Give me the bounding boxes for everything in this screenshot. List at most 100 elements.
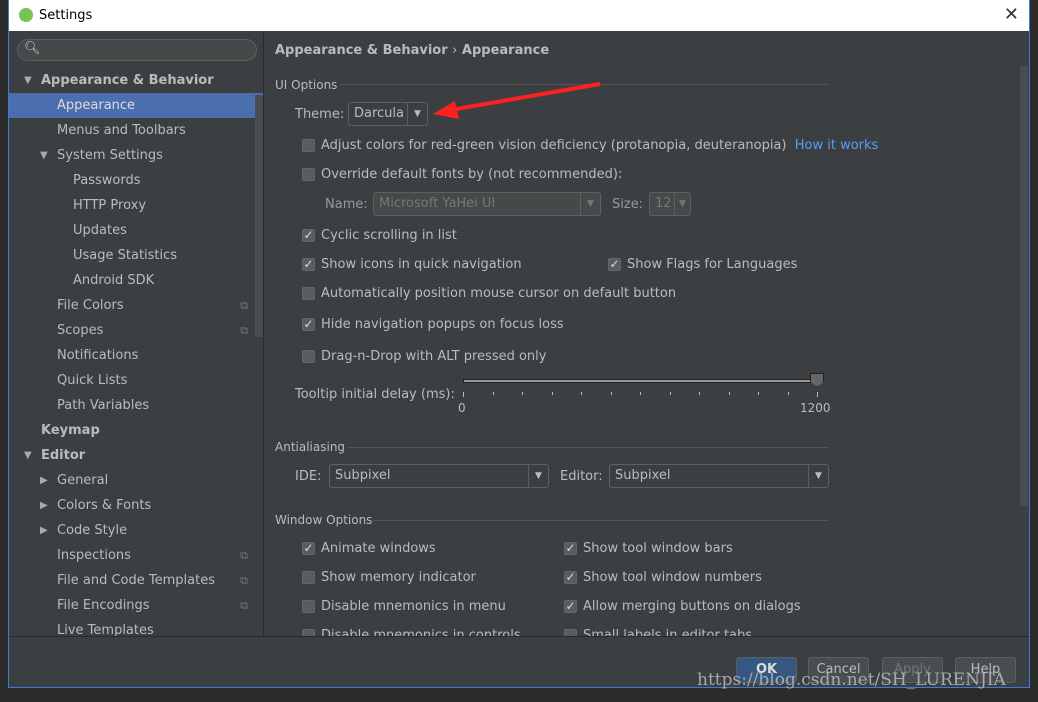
sidebar-item[interactable]: HTTP Proxy (9, 193, 263, 218)
sidebar-item[interactable]: Menus and Toolbars (9, 118, 263, 143)
sidebar-item[interactable]: ▼ System Settings (9, 143, 263, 168)
sidebar-item[interactable]: ▼ Editor (9, 443, 263, 468)
project-scope-icon: ⧉ (240, 574, 248, 587)
ide-antialiasing-select[interactable]: Subpixel ▼ (329, 464, 549, 488)
sidebar-item-label: Scopes (57, 323, 104, 338)
auto-mouse-checkbox[interactable] (302, 287, 315, 300)
tooltip-delay-slider[interactable] (463, 379, 817, 383)
window-option-checkbox[interactable]: ✓ (564, 571, 577, 584)
sidebar-item[interactable]: Passwords (9, 168, 263, 193)
search-input[interactable]: 🔍︎ (17, 39, 257, 61)
hide-popups-label: Hide navigation popups on focus loss (321, 317, 564, 332)
expand-arrow-icon[interactable]: ▼ (40, 143, 48, 168)
sidebar-item[interactable]: Usage Statistics (9, 243, 263, 268)
sidebar-item-label: Notifications (57, 348, 139, 363)
sidebar-item[interactable]: Live Templates (9, 618, 263, 636)
sidebar-item-label: Inspections (57, 548, 131, 563)
sidebar: 🔍︎ ▼ Appearance & Behavior Appearance Menus… (9, 31, 264, 636)
how-it-works-link[interactable]: How it works (795, 138, 879, 153)
search-icon: 🔍︎ (24, 41, 41, 56)
collapse-arrow-icon[interactable]: ▶ (40, 493, 48, 518)
adjust-colors-label: Adjust colors for red-green vision defic… (321, 138, 787, 153)
show-icons-checkbox[interactable]: ✓ (302, 258, 315, 271)
breadcrumb-current: Appearance (461, 43, 550, 58)
collapse-arrow-icon[interactable]: ▶ (40, 468, 48, 493)
sidebar-item-label: Appearance & Behavior (41, 73, 214, 88)
window-option-checkbox[interactable] (302, 629, 315, 636)
window-option-label: Small labels in editor tabs (583, 628, 753, 636)
adjust-colors-checkbox[interactable] (302, 139, 315, 152)
theme-select[interactable]: Darcula ▼ (348, 102, 428, 126)
theme-label: Theme: (295, 107, 345, 122)
cyclic-scrolling-checkbox[interactable]: ✓ (302, 229, 315, 242)
sidebar-item-label: Colors & Fonts (57, 498, 152, 513)
slider-tick (551, 392, 553, 395)
sidebar-item[interactable]: ▶ Colors & Fonts (9, 493, 263, 518)
sidebar-item-label: Editor (41, 448, 86, 463)
show-flags-checkbox[interactable]: ✓ (608, 258, 621, 271)
window-option-label: Allow merging buttons on dialogs (583, 599, 801, 614)
hide-popups-checkbox[interactable]: ✓ (302, 318, 315, 331)
sidebar-item[interactable]: ▶ General (9, 468, 263, 493)
slider-tick (699, 392, 700, 395)
override-fonts-checkbox[interactable] (302, 168, 315, 181)
ide-label: IDE: (295, 469, 322, 484)
window-option-label: Show memory indicator (321, 570, 476, 585)
override-fonts-label: Override default fonts by (not recommend… (321, 167, 623, 182)
slider-thumb[interactable] (810, 373, 824, 387)
sidebar-item-label: File Colors (57, 298, 124, 313)
sidebar-scrollbar[interactable] (255, 95, 263, 337)
content-panel: Appearance & Behavior › Appearance UI Op… (265, 31, 1030, 636)
window-option-label: Show tool window bars (583, 541, 733, 556)
slider-min-label: 0 (458, 401, 466, 415)
sidebar-item-label: HTTP Proxy (73, 198, 147, 213)
project-scope-icon: ⧉ (240, 599, 248, 612)
sidebar-item[interactable]: Keymap (9, 418, 263, 443)
window-option-checkbox[interactable]: ✓ (564, 542, 577, 555)
slider-tick (610, 392, 612, 395)
sidebar-item[interactable]: ▶ Code Style (9, 518, 263, 543)
window-option-label: Show tool window numbers (583, 570, 762, 585)
sidebar-item[interactable]: File and Code Templates ⧉ (9, 568, 263, 593)
slider-tick (787, 392, 789, 395)
window-option-checkbox[interactable] (302, 571, 315, 584)
window-option-label: Animate windows (321, 541, 436, 556)
project-scope-icon: ⧉ (240, 549, 248, 562)
sidebar-item[interactable]: Appearance (9, 93, 263, 118)
dnd-alt-checkbox[interactable] (302, 350, 315, 363)
sidebar-item[interactable]: Inspections ⧉ (9, 543, 263, 568)
sidebar-item[interactable]: Path Variables (9, 393, 263, 418)
slider-tick (817, 392, 818, 397)
chevron-down-icon: ▼ (407, 103, 427, 125)
sidebar-item[interactable]: Scopes ⧉ (9, 318, 263, 343)
sidebar-item-label: Usage Statistics (73, 248, 178, 263)
sidebar-item-label: Appearance (57, 98, 136, 113)
font-name-select[interactable]: Microsoft YaHei UI ▼ (373, 192, 601, 216)
collapse-arrow-icon[interactable]: ▶ (40, 518, 48, 543)
window-option-checkbox[interactable] (564, 629, 577, 636)
expand-arrow-icon[interactable]: ▼ (24, 443, 32, 468)
close-icon[interactable]: ✕ (1004, 4, 1019, 25)
sidebar-item[interactable]: Android SDK (9, 268, 263, 293)
sidebar-item[interactable]: Notifications (9, 343, 263, 368)
window-option-checkbox[interactable] (302, 600, 315, 613)
cyclic-scrolling-label: Cyclic scrolling in list (321, 228, 457, 243)
sidebar-item[interactable]: Updates (9, 218, 263, 243)
window-option-checkbox[interactable]: ✓ (564, 600, 577, 613)
chevron-down-icon: ▼ (674, 193, 690, 215)
font-size-select[interactable]: 12 ▼ (649, 192, 691, 216)
dnd-alt-label: Drag-n-Drop with ALT pressed only (321, 349, 547, 364)
sidebar-item[interactable]: Quick Lists (9, 368, 263, 393)
window-option-checkbox[interactable]: ✓ (302, 542, 315, 555)
content-scrollbar[interactable] (1020, 66, 1028, 506)
sidebar-item-label: File and Code Templates (57, 573, 215, 588)
sidebar-item[interactable]: ▼ Appearance & Behavior (9, 68, 263, 93)
sidebar-item[interactable]: File Colors ⧉ (9, 293, 263, 318)
expand-arrow-icon[interactable]: ▼ (24, 68, 32, 93)
editor-antialiasing-select[interactable]: Subpixel ▼ (609, 464, 829, 488)
ui-options-header: UI Options (275, 78, 338, 92)
slider-tick (463, 392, 464, 397)
sidebar-item-label: Live Templates (57, 623, 154, 636)
project-scope-icon: ⧉ (240, 299, 248, 312)
sidebar-item[interactable]: File Encodings ⧉ (9, 593, 263, 618)
